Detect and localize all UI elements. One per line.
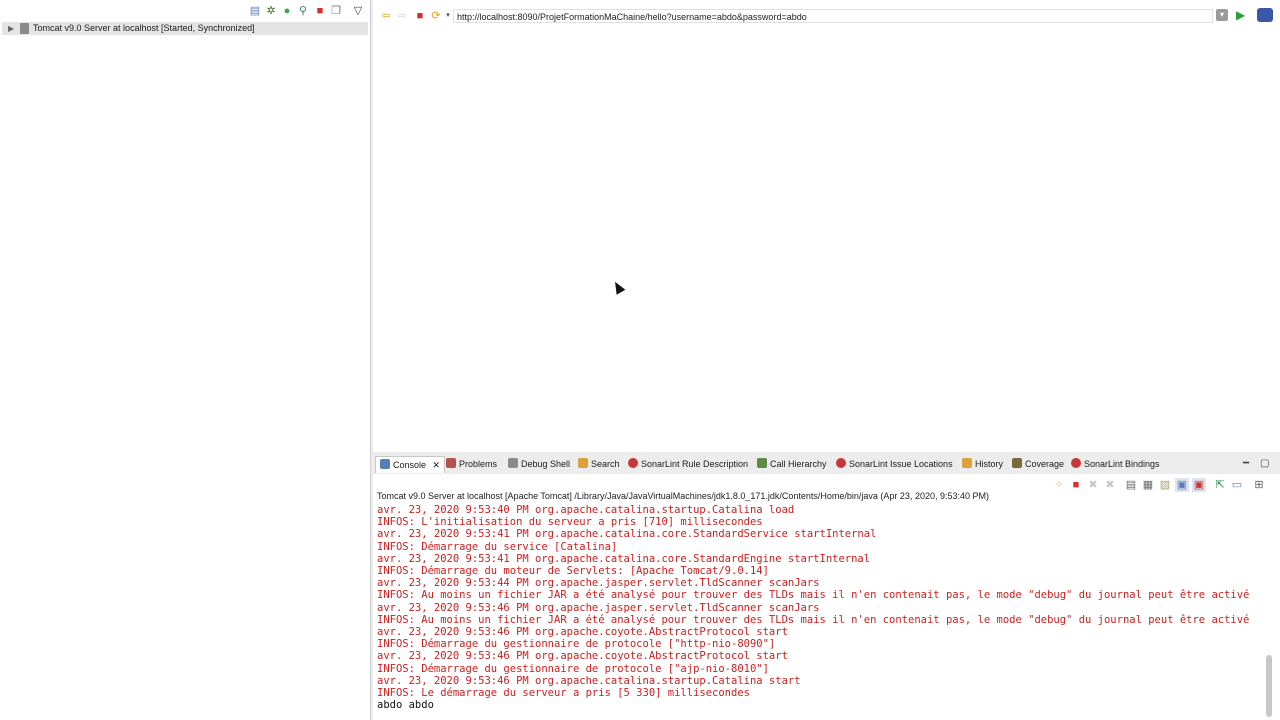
- log-line: avr. 23, 2020 9:53:40 PM org.apache.cata…: [377, 504, 795, 516]
- go-button[interactable]: ▶: [1236, 8, 1245, 22]
- log-line: INFOS: Démarrage du service [Catalina]: [377, 540, 618, 553]
- tab-label: History: [975, 459, 1004, 469]
- view-menu-icon[interactable]: ▽: [351, 4, 365, 18]
- expand-triangle-icon[interactable]: ▶: [8, 22, 14, 35]
- show-stdout-icon[interactable]: ▣: [1175, 478, 1189, 492]
- tab-search[interactable]: Search: [578, 457, 620, 471]
- url-input[interactable]: http://localhost:8090/ProjetFormationMaC…: [453, 9, 1213, 23]
- open-console-icon[interactable]: ⊞: [1252, 478, 1266, 492]
- log-line: avr. 23, 2020 9:53:44 PM org.apache.jasp…: [377, 577, 820, 590]
- tab-label: Coverage: [1025, 459, 1065, 469]
- tab-console[interactable]: Console ✕: [375, 456, 446, 473]
- remove-launch-icon[interactable]: ✧: [1052, 478, 1066, 492]
- tab-label: SonarLint Issue Locations: [849, 459, 953, 469]
- console-toolbar: ✧ ■ ✖ ✖ ▤ ▦ ▧ ▣ ▣ ⇱ ▭ ⊞: [1052, 478, 1272, 492]
- log-line: INFOS: Démarrage du moteur de Servlets: …: [377, 565, 769, 578]
- tab-label: SonarLint Rule Description: [641, 459, 749, 469]
- sonarlint-icon: [836, 458, 846, 468]
- browser-toolbar: ⇦ ⇨ ■ ⟳ ▾ http://localhost:8090/ProjetFo…: [373, 6, 1280, 26]
- tab-label: Problems: [459, 459, 498, 469]
- sonarlint-icon: [628, 458, 638, 468]
- terminate-icon[interactable]: ■: [1069, 478, 1083, 492]
- tab-sonarlint-issue-locations[interactable]: SonarLint Issue Locations: [836, 457, 953, 471]
- tab-history[interactable]: History: [962, 457, 1003, 471]
- profile-icon[interactable]: ⚲: [296, 4, 310, 18]
- close-icon[interactable]: ✕: [433, 460, 441, 470]
- debug-shell-icon: [508, 458, 518, 468]
- console-log: avr. 23, 2020 9:53:40 PM org.apache.cata…: [377, 504, 1249, 711]
- start-icon[interactable]: ●: [280, 4, 294, 18]
- tab-sonarlint-bindings[interactable]: SonarLint Bindings: [1071, 457, 1160, 471]
- log-line: avr. 23, 2020 9:53:41 PM org.apache.cata…: [377, 552, 871, 565]
- display-console-icon[interactable]: ▭: [1230, 478, 1244, 492]
- history-icon: [962, 458, 972, 468]
- tab-problems[interactable]: Problems: [446, 457, 497, 471]
- log-line: INFOS: Démarrage du gestionnaire de prot…: [377, 638, 776, 651]
- servers-view: [0, 0, 371, 720]
- log-line: avr. 23, 2020 9:53:46 PM org.apache.jasp…: [377, 601, 820, 614]
- log-line: avr. 23, 2020 9:53:46 PM org.apache.coyo…: [377, 650, 788, 663]
- clear-console-icon[interactable]: ▤: [1124, 478, 1138, 492]
- coverage-icon: [1012, 458, 1022, 468]
- log-line: INFOS: Au moins un fichier JAR a été ana…: [377, 589, 1250, 602]
- remove-icon[interactable]: ✖: [1086, 478, 1100, 492]
- log-line: INFOS: Au moins un fichier JAR a été ana…: [377, 613, 1250, 626]
- stop-icon[interactable]: ■: [313, 4, 327, 18]
- tab-label: Debug Shell: [521, 459, 571, 469]
- minimize-icon[interactable]: ━: [1243, 458, 1249, 469]
- sonarlint-icon: [1071, 458, 1081, 468]
- log-line: avr. 23, 2020 9:53:46 PM org.apache.cata…: [377, 674, 801, 687]
- browser-view: [373, 0, 1280, 452]
- server-tree-item[interactable]: ▶ Tomcat v9.0 Server at localhost [Start…: [2, 22, 368, 35]
- tab-label: Search: [591, 459, 620, 469]
- console-process-header: Tomcat v9.0 Server at localhost [Apache …: [377, 491, 989, 501]
- forward-icon[interactable]: ⇨: [395, 9, 409, 23]
- servers-toolbar: ▤ ✲ ● ⚲ ■ ❐ ▽: [0, 4, 370, 22]
- tab-label: SonarLint Bindings: [1084, 459, 1160, 469]
- console-icon: [380, 459, 390, 469]
- pin-console-icon[interactable]: ⇱: [1213, 478, 1227, 492]
- log-line: INFOS: Le démarrage du serveur a pris [5…: [377, 687, 750, 700]
- tab-label: Call Hierarchy: [770, 459, 827, 469]
- url-dropdown-icon[interactable]: ▾: [1216, 9, 1228, 21]
- tab-label: Console: [393, 460, 427, 470]
- tab-coverage[interactable]: Coverage: [1012, 457, 1064, 471]
- server-icon: [20, 23, 29, 34]
- word-wrap-icon[interactable]: ▧: [1158, 478, 1172, 492]
- show-stderr-icon[interactable]: ▣: [1192, 478, 1206, 492]
- stdout-line: abdo abdo: [377, 699, 434, 712]
- remove-all-icon[interactable]: ✖: [1103, 478, 1117, 492]
- log-line: INFOS: Démarrage du gestionnaire de prot…: [377, 662, 769, 675]
- tab-call-hierarchy[interactable]: Call Hierarchy: [757, 457, 827, 471]
- server-label: Tomcat v9.0 Server at localhost [Started…: [33, 23, 255, 33]
- collapse-icon[interactable]: ▤: [248, 4, 262, 18]
- back-icon[interactable]: ⇦: [379, 9, 393, 23]
- log-line: avr. 23, 2020 9:53:46 PM org.apache.coyo…: [377, 626, 788, 639]
- search-icon: [578, 458, 588, 468]
- tab-sonarlint-rule-description[interactable]: SonarLint Rule Description: [628, 457, 748, 471]
- stop-loading-icon[interactable]: ■: [413, 9, 427, 23]
- call-hierarchy-icon: [757, 458, 767, 468]
- tab-debug-shell[interactable]: Debug Shell: [508, 457, 570, 471]
- log-line: INFOS: L'initialisation du serveur a pri…: [377, 516, 763, 529]
- browser-globe-icon[interactable]: [1257, 8, 1273, 22]
- console-tab-bar: Console ✕ Problems Debug Shell Search So…: [373, 455, 1280, 473]
- publish-icon[interactable]: ❐: [329, 4, 343, 18]
- log-line: avr. 23, 2020 9:53:41 PM org.apache.cata…: [377, 528, 877, 541]
- problems-icon: [446, 458, 456, 468]
- scroll-lock-icon[interactable]: ▦: [1141, 478, 1155, 492]
- maximize-icon[interactable]: ▢: [1260, 458, 1269, 469]
- debug-icon[interactable]: ✲: [264, 4, 278, 18]
- console-scrollbar[interactable]: [1266, 655, 1272, 717]
